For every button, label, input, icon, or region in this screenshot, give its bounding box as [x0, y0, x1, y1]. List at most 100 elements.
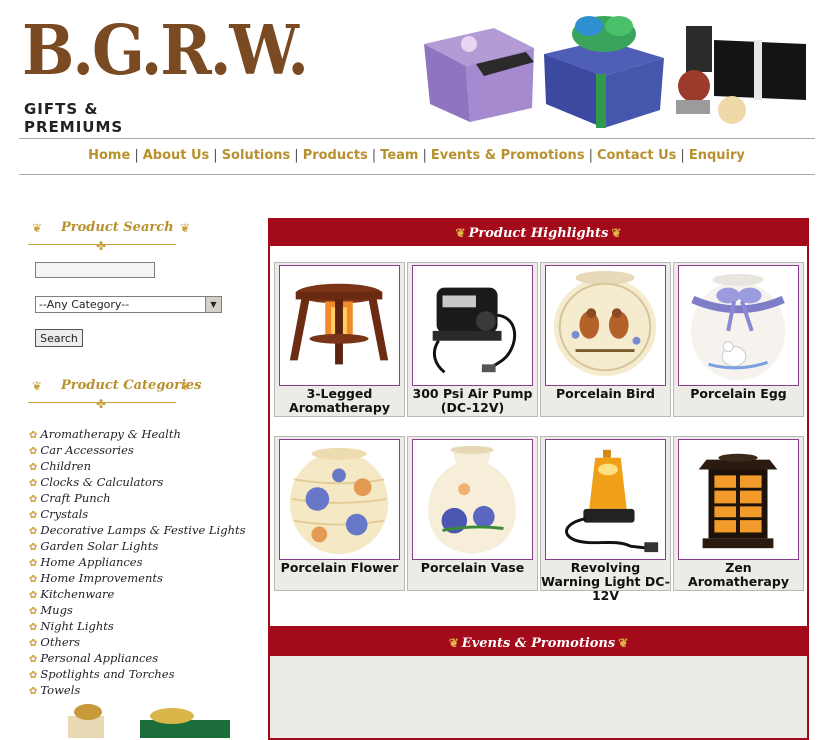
- product-card[interactable]: Porcelain Bird: [540, 262, 671, 417]
- category-item[interactable]: ✿ Home Appliances: [29, 555, 246, 571]
- category-select-value: --Any Category--: [39, 298, 130, 311]
- logo-letters: B.G.R.W.: [22, 10, 309, 91]
- product-name[interactable]: Zen Aromatherapy: [674, 561, 803, 589]
- zen-lamp-image[interactable]: [678, 439, 799, 560]
- flourish-left-icon: ❦: [32, 221, 43, 235]
- category-item[interactable]: ✿ Garden Solar Lights: [29, 539, 246, 555]
- divider-top: [19, 138, 815, 139]
- category-link[interactable]: Kitchenware: [40, 587, 114, 601]
- product-highlights-panel: ❦ Product Highlights ❦ 3-Legged Aromathera…: [268, 218, 809, 628]
- category-link[interactable]: Personal Appliances: [40, 651, 158, 665]
- category-item[interactable]: ✿ Personal Appliances: [29, 651, 246, 667]
- product-name[interactable]: Revolving Warning Light DC-12V: [541, 561, 670, 603]
- main-nav: Home | About Us | Solutions | Products | Team | Ev…: [88, 148, 745, 163]
- flourish-left-icon: ❦: [32, 379, 43, 393]
- bullet-icon: ✿: [29, 574, 38, 585]
- product-card[interactable]: Porcelain Egg: [673, 262, 804, 417]
- category-link[interactable]: Spotlights and Torches: [40, 667, 174, 681]
- brand-logo[interactable]: B.G.R.W. GIFTS & PREMIUMS: [22, 10, 309, 136]
- warning-light-image[interactable]: [545, 439, 666, 560]
- product-card[interactable]: Porcelain Flower: [274, 436, 405, 591]
- air-pump-image[interactable]: [412, 265, 533, 386]
- category-link[interactable]: Night Lights: [40, 619, 113, 633]
- category-link[interactable]: Aromatherapy & Health: [40, 427, 180, 441]
- category-item[interactable]: ✿ Towels: [29, 683, 246, 699]
- events-promotions-header: ❦ Events & Promotions ❦: [270, 630, 807, 656]
- bullet-icon: ✿: [29, 638, 38, 649]
- category-link[interactable]: Crystals: [40, 507, 88, 521]
- flourish-left-icon: ❦: [455, 226, 466, 240]
- product-search-title: Product Search: [61, 220, 174, 235]
- nav-about-us[interactable]: About Us: [143, 148, 210, 163]
- category-list: ✿ Aromatherapy & Health ✿ Car Accessories ✿ C…: [29, 427, 246, 699]
- bullet-icon: ✿: [29, 622, 38, 633]
- category-link[interactable]: Home Appliances: [40, 555, 142, 569]
- category-link[interactable]: Towels: [40, 683, 80, 697]
- product-name[interactable]: Porcelain Vase: [408, 561, 537, 575]
- product-name[interactable]: Porcelain Flower: [275, 561, 404, 575]
- category-link[interactable]: Children: [40, 459, 91, 473]
- nav-events-promotions[interactable]: Events & Promotions: [431, 148, 585, 163]
- category-item[interactable]: ✿ Craft Punch: [29, 491, 246, 507]
- product-name[interactable]: 3-Legged Aromatherapy: [275, 387, 404, 415]
- category-link[interactable]: Craft Punch: [40, 491, 110, 505]
- bullet-icon: ✿: [29, 558, 38, 569]
- nav-enquiry[interactable]: Enquiry: [689, 148, 745, 163]
- category-item[interactable]: ✿ Home Improvements: [29, 571, 246, 587]
- porcelain-bird-image[interactable]: [545, 265, 666, 386]
- porcelain-egg-image[interactable]: [678, 265, 799, 386]
- product-highlights-header: ❦ Product Highlights ❦: [270, 220, 807, 246]
- product-name[interactable]: Porcelain Bird: [541, 387, 670, 401]
- nav-contact-us[interactable]: Contact Us: [597, 148, 676, 163]
- bullet-icon: ✿: [29, 654, 38, 665]
- bullet-icon: ✿: [29, 686, 38, 697]
- product-name[interactable]: 300 Psi Air Pump (DC-12V): [408, 387, 537, 415]
- category-item[interactable]: ✿ Car Accessories: [29, 443, 246, 459]
- product-card[interactable]: 3-Legged Aromatherapy: [274, 262, 405, 417]
- product-card[interactable]: 300 Psi Air Pump (DC-12V): [407, 262, 538, 417]
- flourish-right-icon: ❦: [611, 226, 622, 240]
- category-link[interactable]: Mugs: [40, 603, 72, 617]
- nav-solutions[interactable]: Solutions: [222, 148, 291, 163]
- category-item[interactable]: ✿ Crystals: [29, 507, 246, 523]
- bullet-icon: ✿: [29, 510, 38, 521]
- category-item[interactable]: ✿ Night Lights: [29, 619, 246, 635]
- nav-team[interactable]: Team: [380, 148, 418, 163]
- category-item[interactable]: ✿ Children: [29, 459, 246, 475]
- flourish-right-icon: ❦: [180, 379, 191, 393]
- category-item[interactable]: ✿ Others: [29, 635, 246, 651]
- dropdown-arrow-icon[interactable]: ▼: [205, 297, 221, 312]
- porcelain-vase-image[interactable]: [412, 439, 533, 560]
- category-link[interactable]: Clocks & Calculators: [40, 475, 163, 489]
- category-link[interactable]: Car Accessories: [40, 443, 133, 457]
- search-button[interactable]: Search: [35, 329, 83, 347]
- product-card[interactable]: Porcelain Vase: [407, 436, 538, 591]
- divider-bottom: [19, 174, 815, 175]
- product-card[interactable]: Zen Aromatherapy: [673, 436, 804, 591]
- sidebar-gifts-image: [68, 704, 230, 738]
- product-card[interactable]: Revolving Warning Light DC-12V: [540, 436, 671, 603]
- bullet-icon: ✿: [29, 478, 38, 489]
- nav-products[interactable]: Products: [303, 148, 368, 163]
- category-item[interactable]: ✿ Mugs: [29, 603, 246, 619]
- category-item[interactable]: ✿ Decorative Lamps & Festive Lights: [29, 523, 246, 539]
- flourish-center-icon: ✤: [96, 397, 107, 411]
- bullet-icon: ✿: [29, 590, 38, 601]
- bullet-icon: ✿: [29, 462, 38, 473]
- search-input[interactable]: [35, 262, 155, 278]
- nav-home[interactable]: Home: [88, 148, 130, 163]
- category-link[interactable]: Garden Solar Lights: [40, 539, 158, 553]
- category-item[interactable]: ✿ Clocks & Calculators: [29, 475, 246, 491]
- category-select[interactable]: --Any Category-- ▼: [35, 296, 222, 313]
- product-categories-heading: ❦ Product Categories ❦ ✤: [28, 378, 208, 411]
- category-item[interactable]: ✿ Kitchenware: [29, 587, 246, 603]
- category-link[interactable]: Decorative Lamps & Festive Lights: [40, 523, 245, 537]
- aromatherapy-stand-image[interactable]: [279, 265, 400, 386]
- porcelain-flower-image[interactable]: [279, 439, 400, 560]
- category-link[interactable]: Home Improvements: [40, 571, 163, 585]
- category-item[interactable]: ✿ Spotlights and Torches: [29, 667, 246, 683]
- header-gift-boxes-image: [424, 16, 806, 128]
- category-link[interactable]: Others: [40, 635, 80, 649]
- product-name[interactable]: Porcelain Egg: [674, 387, 803, 401]
- category-item[interactable]: ✿ Aromatherapy & Health: [29, 427, 246, 443]
